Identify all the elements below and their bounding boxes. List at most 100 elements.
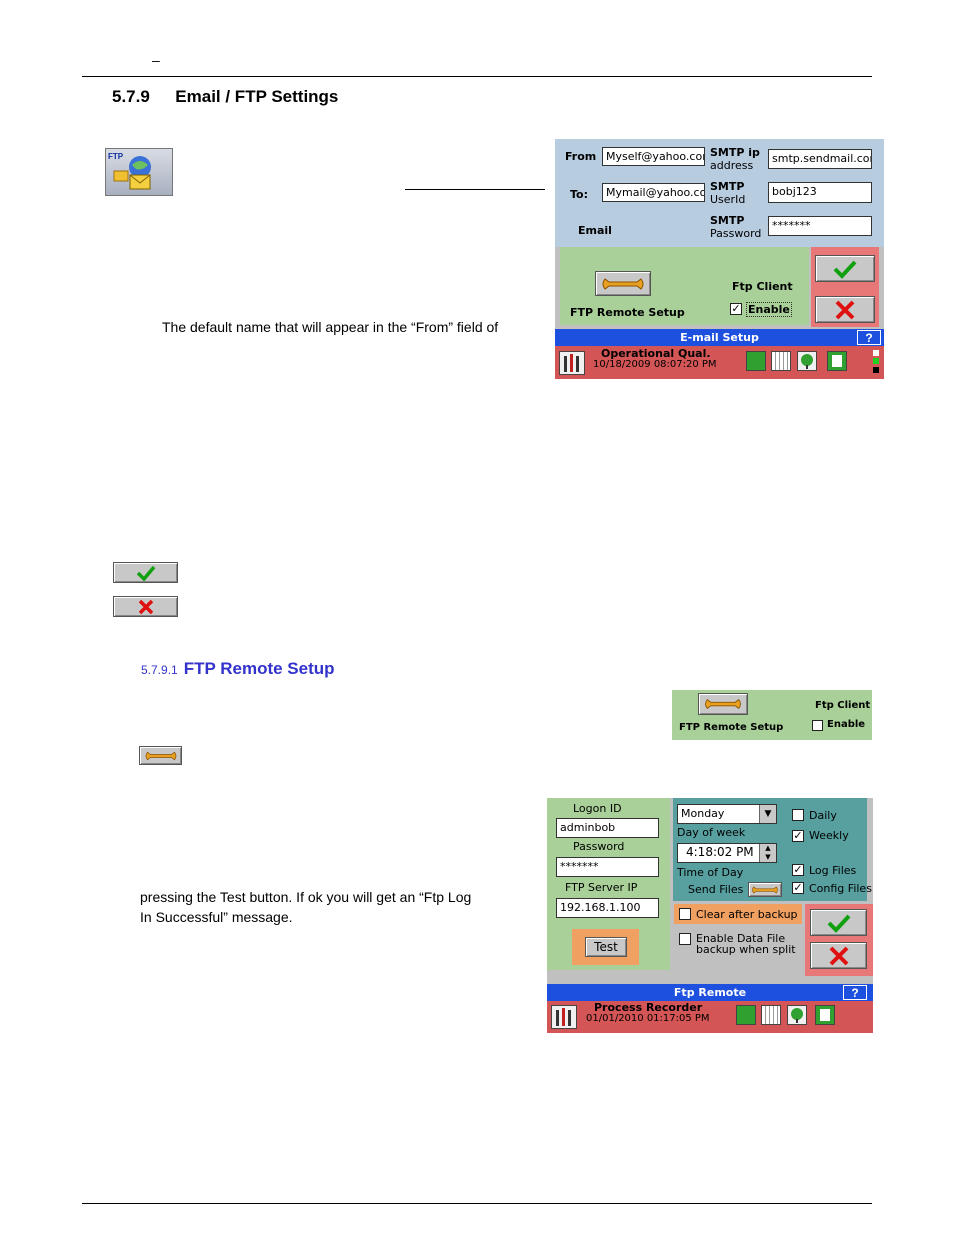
ftp-server-label: FTP Server IP (565, 881, 638, 894)
time-of-day-label: Time of Day (677, 866, 744, 879)
footer-rule (82, 1203, 872, 1204)
ftp-test-text-line1: pressing the Test button. If ok you will… (140, 889, 472, 905)
ftp-enable-label: Enable (827, 719, 866, 730)
ftp-enable-checkbox (812, 720, 823, 731)
chevron-down-icon[interactable]: ▼ (759, 805, 776, 823)
wrench-icon (705, 699, 741, 709)
ftp-server-input[interactable]: 192.168.1.100 (556, 898, 659, 918)
daily-checkbox[interactable] (792, 809, 804, 821)
wrench-icon (752, 885, 778, 894)
wrench-button-reference (139, 746, 182, 765)
password-input[interactable]: ******* (556, 857, 659, 877)
globe-icon[interactable] (797, 351, 817, 371)
tools-icon[interactable] (559, 351, 585, 375)
smtp-user-input[interactable]: bobj123 (768, 182, 872, 203)
email-setup-screen: From Myself@yahoo.com To: Mymail@yahoo.c… (555, 139, 884, 379)
clear-after-backup-checkbox[interactable] (679, 908, 691, 920)
to-label: To: (570, 188, 588, 201)
wrench-icon (602, 277, 644, 290)
time-of-day-stepper[interactable]: 4:18:02 PM ▲ ▼ (677, 843, 777, 863)
day-of-week-value: Monday (681, 807, 725, 820)
weekly-label: Weekly (809, 829, 849, 842)
close-icon (138, 599, 153, 614)
smtp-pass-label: SMTP Password (710, 214, 762, 240)
header-dash: – (152, 52, 160, 68)
test-button[interactable]: Test (585, 937, 627, 957)
config-files-label: Config Files (809, 882, 872, 895)
section-heading: 5.7.9 Email / FTP Settings (112, 87, 338, 107)
ftp-remote-setup-button[interactable] (595, 271, 651, 296)
ftp-remote-setup-label: FTP Remote Setup (570, 306, 685, 319)
clear-after-backup-label: Clear after backup (696, 908, 798, 921)
ftp-test-text: pressing the Test button. If ok you will… (140, 887, 471, 927)
save-icon[interactable] (827, 351, 847, 371)
ftp-email-icon: FTP (105, 148, 173, 196)
network-icon[interactable] (746, 351, 766, 371)
ftp-strip-screen: FTP Remote Setup Ftp Client Enable (672, 690, 872, 740)
send-files-button[interactable] (748, 882, 782, 897)
ftp-client-label: Ftp Client (732, 280, 793, 293)
underline-blank (405, 189, 545, 190)
ok-button-reference (113, 562, 178, 583)
ftp-client-label: Ftp Client (815, 700, 871, 711)
logon-id-input[interactable]: adminbob (556, 818, 659, 838)
day-of-week-label: Day of week (677, 826, 746, 839)
header-rule (82, 76, 872, 77)
send-files-label: Send Files (688, 883, 744, 896)
help-button[interactable]: ? (843, 985, 867, 1000)
log-files-checkbox[interactable]: ✓ (792, 864, 804, 876)
status-time: 10/18/2009 08:07:20 PM (593, 359, 717, 370)
enable-data-backup-checkbox[interactable] (679, 933, 691, 945)
ftp-remote-screen: Logon ID adminbob Password ******* FTP S… (547, 798, 873, 1033)
globe-icon[interactable] (787, 1005, 807, 1025)
from-label: From (565, 150, 597, 163)
day-of-week-select[interactable]: Monday ▼ (677, 804, 777, 824)
ok-button[interactable] (815, 255, 875, 282)
status-led-black (873, 367, 879, 373)
network-icon[interactable] (736, 1005, 756, 1025)
status-led-white (873, 350, 879, 356)
status-time: 01/01/2010 01:17:05 PM (586, 1013, 710, 1024)
enable-data-backup-label: Enable Data File backup when split (696, 932, 796, 956)
stepper-down-icon[interactable]: ▼ (759, 853, 776, 862)
from-input[interactable]: Myself@yahoo.com (602, 147, 705, 166)
smtp-ip-label: SMTP ip address (710, 146, 760, 172)
smtp-ip-input[interactable]: smtp.sendmail.com (768, 149, 872, 169)
close-icon (835, 300, 855, 319)
ok-button[interactable] (810, 909, 867, 936)
from-sentence: The default name that will appear in the… (162, 319, 499, 335)
ftp-remote-setup-label: FTP Remote Setup (679, 722, 784, 733)
subsection-heading: 5.7.9.1 FTP Remote Setup (141, 659, 335, 679)
checkmark-icon (827, 914, 850, 933)
save-icon[interactable] (815, 1005, 835, 1025)
ftp-test-text-line2: In Successful” message. (140, 909, 293, 925)
config-files-checkbox[interactable]: ✓ (792, 882, 804, 894)
checkmark-icon (833, 260, 857, 279)
status-led-green (873, 358, 879, 364)
svg-text:FTP: FTP (108, 152, 124, 161)
chart-icon[interactable] (761, 1005, 781, 1025)
subsection-title: FTP Remote Setup (183, 659, 335, 678)
help-button[interactable]: ? (857, 330, 881, 345)
tools-icon[interactable] (551, 1005, 577, 1029)
to-input[interactable]: Mymail@yahoo.co (602, 183, 705, 202)
checkmark-icon (136, 565, 155, 581)
weekly-checkbox[interactable]: ✓ (792, 830, 804, 842)
stepper-up-icon[interactable]: ▲ (759, 844, 776, 853)
email-label: Email (578, 224, 612, 237)
ftp-enable-label: Enable (746, 302, 792, 317)
ftp-remote-setup-button (698, 693, 748, 715)
email-setup-title: E-mail Setup (555, 329, 884, 346)
smtp-user-label: SMTP UserId (710, 180, 746, 206)
wrench-icon (145, 751, 176, 760)
ftp-enable-checkbox[interactable]: ✓ (730, 303, 742, 315)
ftp-remote-title: Ftp Remote (547, 984, 873, 1001)
section-title: Email / FTP Settings (175, 87, 339, 106)
close-icon (829, 946, 848, 965)
daily-label: Daily (809, 809, 837, 822)
smtp-pass-input[interactable]: ******* (768, 216, 872, 236)
chart-icon[interactable] (771, 351, 791, 371)
cancel-button-reference (113, 596, 178, 617)
cancel-button[interactable] (810, 942, 867, 969)
cancel-button[interactable] (815, 296, 875, 323)
